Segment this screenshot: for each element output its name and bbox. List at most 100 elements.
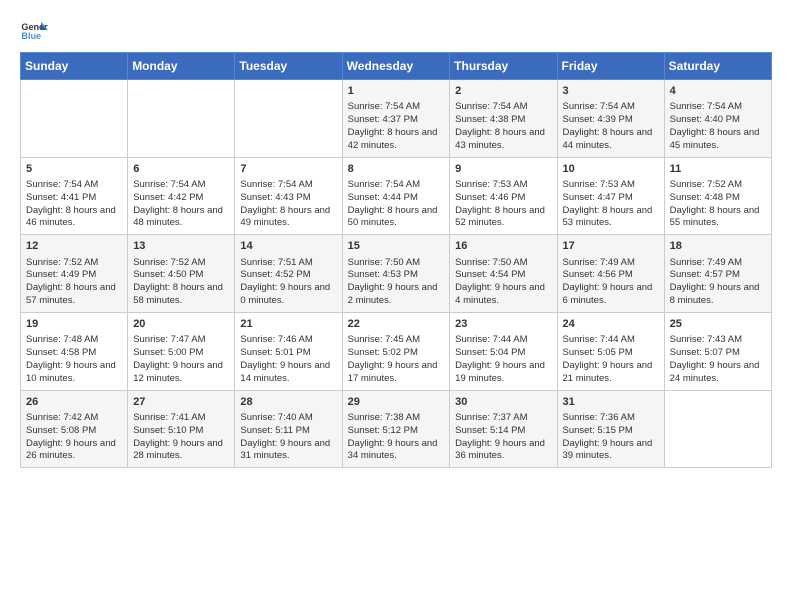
day-number: 25 <box>670 317 766 332</box>
day-number: 27 <box>133 395 229 410</box>
day-info: Sunrise: 7:54 AM Sunset: 4:42 PM Dayligh… <box>133 179 229 230</box>
calendar-cell <box>21 80 128 158</box>
day-info: Sunrise: 7:40 AM Sunset: 5:11 PM Dayligh… <box>240 412 336 463</box>
day-info: Sunrise: 7:50 AM Sunset: 4:54 PM Dayligh… <box>455 257 551 308</box>
logo-icon: General Blue <box>20 16 48 44</box>
day-info: Sunrise: 7:52 AM Sunset: 4:49 PM Dayligh… <box>26 257 122 308</box>
day-number: 13 <box>133 239 229 254</box>
day-number: 20 <box>133 317 229 332</box>
calendar-cell: 24 Sunrise: 7:44 AM Sunset: 5:05 PM Dayli… <box>557 312 664 390</box>
day-number: 30 <box>455 395 551 410</box>
weekday-header-monday: Monday <box>128 53 235 80</box>
day-number: 10 <box>563 162 659 177</box>
calendar-cell: 11Sunrise: 7:52 AM Sunset: 4:48 PM Dayli… <box>664 157 771 235</box>
calendar-cell: 12Sunrise: 7:52 AM Sunset: 4:49 PM Dayli… <box>21 235 128 313</box>
calendar-cell: 9 Sunrise: 7:53 AM Sunset: 4:46 PM Daylig… <box>450 157 557 235</box>
calendar-cell: 2 Sunrise: 7:54 AM Sunset: 4:38 PM Daylig… <box>450 80 557 158</box>
calendar-cell: 23 Sunrise: 7:44 AM Sunset: 5:04 PM Dayli… <box>450 312 557 390</box>
calendar-cell: 30 Sunrise: 7:37 AM Sunset: 5:14 PM Dayli… <box>450 390 557 468</box>
day-number: 21 <box>240 317 336 332</box>
day-number: 3 <box>563 84 659 99</box>
day-number: 24 <box>563 317 659 332</box>
day-info: Sunrise: 7:50 AM Sunset: 4:53 PM Dayligh… <box>348 257 445 308</box>
day-info: Sunrise: 7:54 AM Sunset: 4:37 PM Dayligh… <box>348 101 445 152</box>
day-number: 14 <box>240 239 336 254</box>
calendar-cell: 26 Sunrise: 7:42 AM Sunset: 5:08 PM Dayli… <box>21 390 128 468</box>
calendar-cell: 31Sunrise: 7:36 AM Sunset: 5:15 PM Dayli… <box>557 390 664 468</box>
day-number: 2 <box>455 84 551 99</box>
day-number: 28 <box>240 395 336 410</box>
weekday-header-sunday: Sunday <box>21 53 128 80</box>
calendar-cell: 25 Sunrise: 7:43 AM Sunset: 5:07 PM Dayli… <box>664 312 771 390</box>
day-info: Sunrise: 7:54 AM Sunset: 4:40 PM Dayligh… <box>670 101 766 152</box>
day-info: Sunrise: 7:54 AM Sunset: 4:43 PM Dayligh… <box>240 179 336 230</box>
day-info: Sunrise: 7:47 AM Sunset: 5:00 PM Dayligh… <box>133 334 229 385</box>
calendar-cell: 16 Sunrise: 7:50 AM Sunset: 4:54 PM Dayli… <box>450 235 557 313</box>
day-number: 4 <box>670 84 766 99</box>
calendar-cell: 29 Sunrise: 7:38 AM Sunset: 5:12 PM Dayli… <box>342 390 450 468</box>
day-number: 22 <box>348 317 445 332</box>
calendar-cell: 15Sunrise: 7:50 AM Sunset: 4:53 PM Dayli… <box>342 235 450 313</box>
calendar-cell: 20 Sunrise: 7:47 AM Sunset: 5:00 PM Dayli… <box>128 312 235 390</box>
day-info: Sunrise: 7:42 AM Sunset: 5:08 PM Dayligh… <box>26 412 122 463</box>
day-number: 18 <box>670 239 766 254</box>
day-info: Sunrise: 7:54 AM Sunset: 4:39 PM Dayligh… <box>563 101 659 152</box>
calendar-cell: 13 Sunrise: 7:52 AM Sunset: 4:50 PM Dayli… <box>128 235 235 313</box>
weekday-header-tuesday: Tuesday <box>235 53 342 80</box>
day-info: Sunrise: 7:46 AM Sunset: 5:01 PM Dayligh… <box>240 334 336 385</box>
day-number: 6 <box>133 162 229 177</box>
day-number: 26 <box>26 395 122 410</box>
day-info: Sunrise: 7:54 AM Sunset: 4:38 PM Dayligh… <box>455 101 551 152</box>
calendar-cell: 4 Sunrise: 7:54 AM Sunset: 4:40 PM Daylig… <box>664 80 771 158</box>
calendar-week-row: 12Sunrise: 7:52 AM Sunset: 4:49 PM Dayli… <box>21 235 772 313</box>
calendar-week-row: 26 Sunrise: 7:42 AM Sunset: 5:08 PM Dayli… <box>21 390 772 468</box>
calendar-cell <box>664 390 771 468</box>
day-number: 1 <box>348 84 445 99</box>
day-info: Sunrise: 7:43 AM Sunset: 5:07 PM Dayligh… <box>670 334 766 385</box>
calendar-cell: 5 Sunrise: 7:54 AM Sunset: 4:41 PM Daylig… <box>21 157 128 235</box>
calendar-cell: 22Sunrise: 7:45 AM Sunset: 5:02 PM Dayli… <box>342 312 450 390</box>
calendar-week-row: 1 Sunrise: 7:54 AM Sunset: 4:37 PM Daylig… <box>21 80 772 158</box>
calendar-week-row: 19Sunrise: 7:48 AM Sunset: 4:58 PM Dayli… <box>21 312 772 390</box>
day-info: Sunrise: 7:52 AM Sunset: 4:50 PM Dayligh… <box>133 257 229 308</box>
day-info: Sunrise: 7:49 AM Sunset: 4:56 PM Dayligh… <box>563 257 659 308</box>
day-info: Sunrise: 7:49 AM Sunset: 4:57 PM Dayligh… <box>670 257 766 308</box>
calendar-cell: 21 Sunrise: 7:46 AM Sunset: 5:01 PM Dayli… <box>235 312 342 390</box>
day-info: Sunrise: 7:54 AM Sunset: 4:41 PM Dayligh… <box>26 179 122 230</box>
calendar-cell: 17 Sunrise: 7:49 AM Sunset: 4:56 PM Dayli… <box>557 235 664 313</box>
calendar-cell: 3 Sunrise: 7:54 AM Sunset: 4:39 PM Daylig… <box>557 80 664 158</box>
calendar-week-row: 5 Sunrise: 7:54 AM Sunset: 4:41 PM Daylig… <box>21 157 772 235</box>
day-number: 8 <box>348 162 445 177</box>
day-info: Sunrise: 7:51 AM Sunset: 4:52 PM Dayligh… <box>240 257 336 308</box>
day-info: Sunrise: 7:36 AM Sunset: 5:15 PM Dayligh… <box>563 412 659 463</box>
day-number: 17 <box>563 239 659 254</box>
day-info: Sunrise: 7:41 AM Sunset: 5:10 PM Dayligh… <box>133 412 229 463</box>
calendar-cell: 18 Sunrise: 7:49 AM Sunset: 4:57 PM Dayli… <box>664 235 771 313</box>
day-number: 7 <box>240 162 336 177</box>
calendar-cell: 14 Sunrise: 7:51 AM Sunset: 4:52 PM Dayli… <box>235 235 342 313</box>
calendar-cell: 19Sunrise: 7:48 AM Sunset: 4:58 PM Dayli… <box>21 312 128 390</box>
day-number: 29 <box>348 395 445 410</box>
day-number: 16 <box>455 239 551 254</box>
day-info: Sunrise: 7:38 AM Sunset: 5:12 PM Dayligh… <box>348 412 445 463</box>
day-info: Sunrise: 7:52 AM Sunset: 4:48 PM Dayligh… <box>670 179 766 230</box>
logo: General Blue <box>20 16 48 44</box>
day-info: Sunrise: 7:48 AM Sunset: 4:58 PM Dayligh… <box>26 334 122 385</box>
day-info: Sunrise: 7:53 AM Sunset: 4:46 PM Dayligh… <box>455 179 551 230</box>
day-info: Sunrise: 7:37 AM Sunset: 5:14 PM Dayligh… <box>455 412 551 463</box>
svg-text:Blue: Blue <box>21 31 41 41</box>
calendar-cell: 27 Sunrise: 7:41 AM Sunset: 5:10 PM Dayli… <box>128 390 235 468</box>
calendar-cell: 8Sunrise: 7:54 AM Sunset: 4:44 PM Daylig… <box>342 157 450 235</box>
calendar-cell <box>235 80 342 158</box>
day-info: Sunrise: 7:44 AM Sunset: 5:05 PM Dayligh… <box>563 334 659 385</box>
calendar-cell: 28 Sunrise: 7:40 AM Sunset: 5:11 PM Dayli… <box>235 390 342 468</box>
day-number: 5 <box>26 162 122 177</box>
weekday-header-friday: Friday <box>557 53 664 80</box>
day-number: 23 <box>455 317 551 332</box>
calendar-table: SundayMondayTuesdayWednesdayThursdayFrid… <box>20 52 772 468</box>
calendar-cell: 7 Sunrise: 7:54 AM Sunset: 4:43 PM Daylig… <box>235 157 342 235</box>
weekday-header-wednesday: Wednesday <box>342 53 450 80</box>
weekday-header-thursday: Thursday <box>450 53 557 80</box>
day-number: 9 <box>455 162 551 177</box>
day-info: Sunrise: 7:44 AM Sunset: 5:04 PM Dayligh… <box>455 334 551 385</box>
